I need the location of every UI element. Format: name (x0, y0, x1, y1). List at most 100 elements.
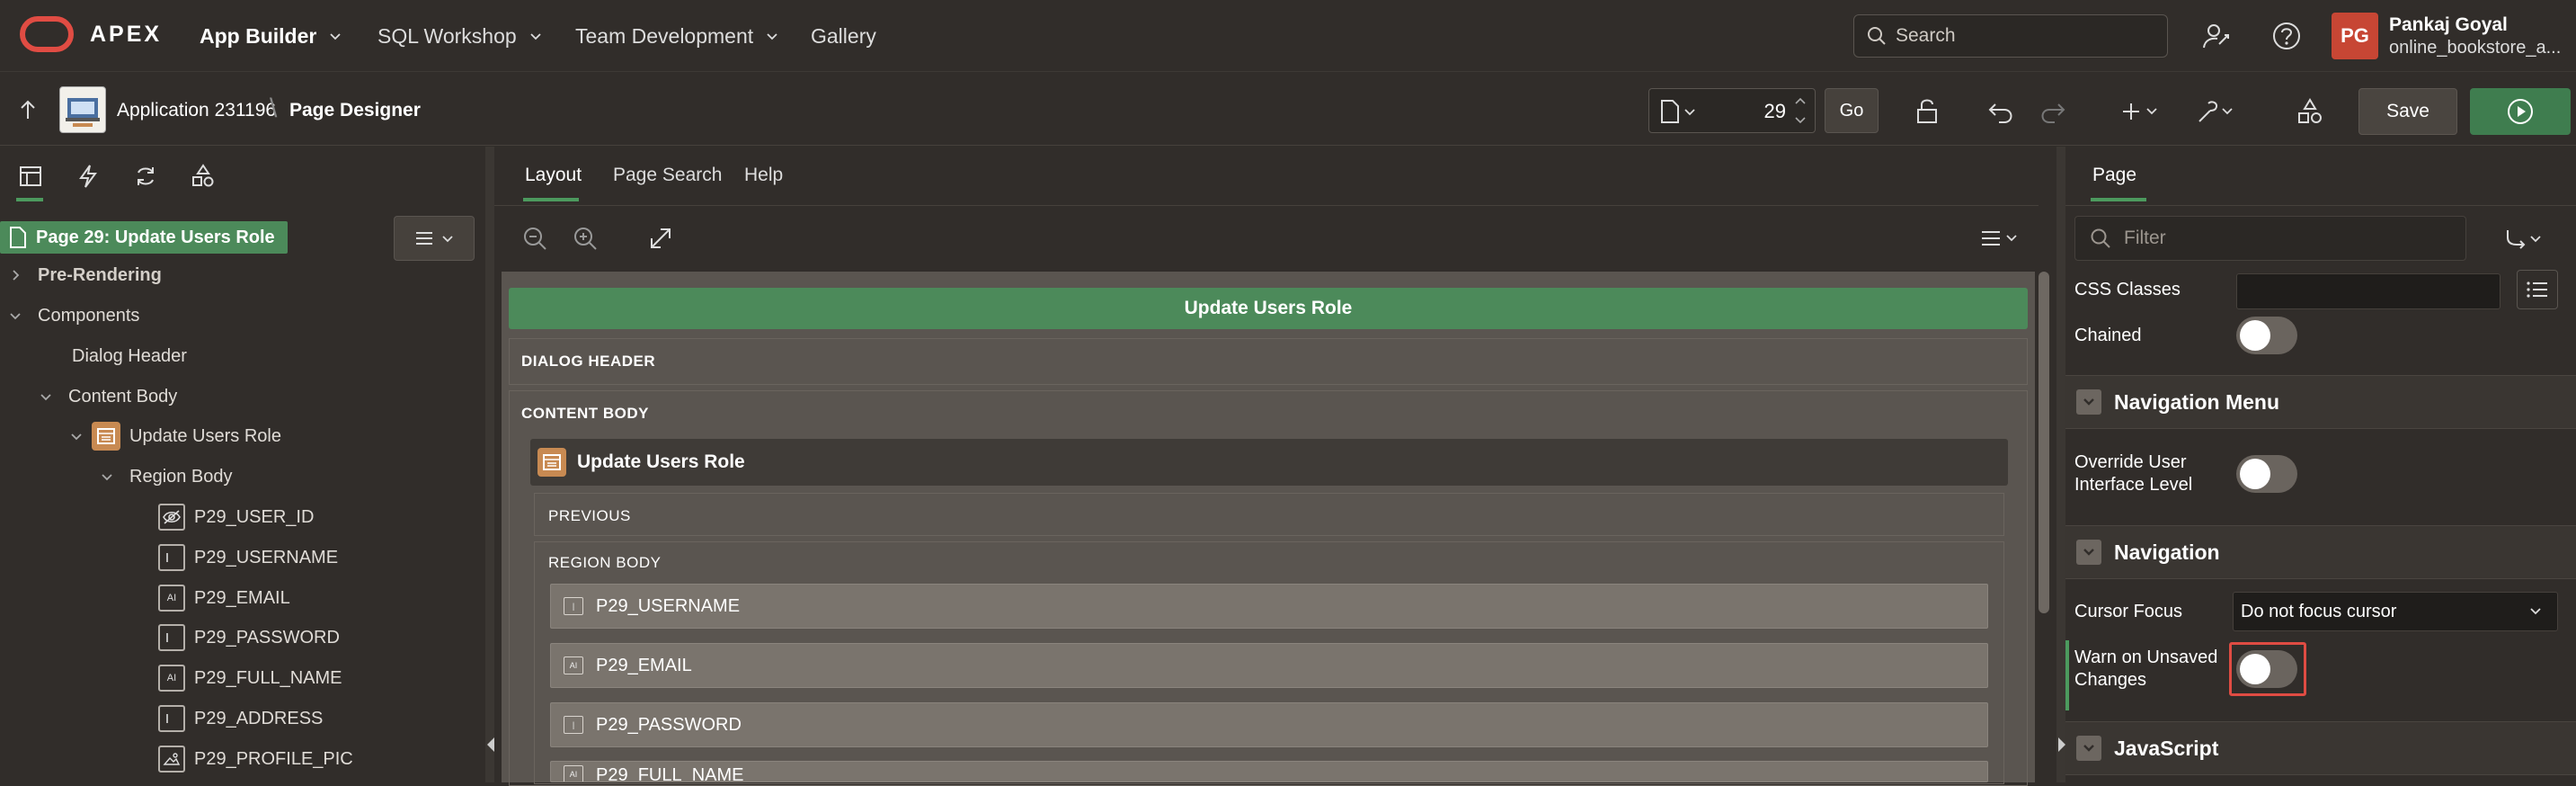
page-number-input[interactable]: 29 (1703, 100, 1786, 123)
shared-components-icon[interactable] (2290, 92, 2330, 131)
search-placeholder: Search (1896, 25, 1956, 46)
layout-item-password[interactable]: | P29_PASSWORD (550, 702, 1988, 747)
tree-node-pre-rendering[interactable]: Pre-Rendering (9, 262, 162, 289)
oracle-logo-icon[interactable] (20, 16, 74, 52)
chevron-down-icon[interactable] (40, 390, 52, 403)
tab-layout[interactable]: Layout (525, 165, 582, 186)
label-line: Changes (2074, 670, 2147, 690)
nav-gallery[interactable]: Gallery (811, 20, 876, 52)
tree-node-dialog-header[interactable]: Dialog Header (72, 343, 187, 370)
tree-node-region-body[interactable]: Region Body (101, 463, 233, 490)
chevron-down-icon[interactable] (70, 430, 83, 442)
apex-brand[interactable]: APEX (90, 22, 162, 48)
tree-node-components[interactable]: Components (9, 302, 139, 329)
item-label: P29_EMAIL (596, 655, 692, 675)
layout-item-username[interactable]: | P29_USERNAME (550, 584, 1988, 629)
expand-icon[interactable] (645, 223, 676, 254)
rendering-tab-icon[interactable] (13, 158, 49, 194)
canvas-scrollbar[interactable] (2039, 272, 2049, 613)
tree-item-password[interactable]: P29_PASSWORD (158, 624, 340, 651)
chevron-down-icon[interactable] (101, 470, 113, 483)
layout-item-email[interactable]: AI P29_EMAIL (550, 643, 1988, 688)
highlight-frame (2229, 642, 2306, 696)
group-navigation[interactable]: Navigation (2065, 525, 2576, 579)
utilities-menu-button[interactable] (2191, 92, 2245, 131)
css-classes-list-button[interactable] (2517, 270, 2558, 309)
go-button[interactable]: Go (1825, 88, 1879, 133)
go-to-group-button[interactable] (2495, 221, 2553, 257)
password-field-icon: | (564, 716, 583, 734)
user-avatar[interactable]: PG (2332, 13, 2378, 59)
tree-node-label: P29_USERNAME (194, 547, 339, 567)
textarea-icon: AI (158, 665, 185, 692)
tree-item-full-name[interactable]: AI P29_FULL_NAME (158, 665, 342, 692)
collapse-chevron-icon[interactable] (2076, 736, 2101, 761)
zoom-in-icon[interactable] (570, 223, 600, 254)
lock-page-icon[interactable] (1909, 92, 1949, 131)
property-filter-input[interactable]: Filter (2074, 216, 2466, 261)
page-selector[interactable]: 29 (1648, 88, 1816, 133)
dynamic-actions-tab-icon[interactable] (70, 158, 106, 194)
dialog-header-slot[interactable] (509, 338, 2028, 385)
help-icon[interactable] (2269, 18, 2305, 54)
tree-menu-button[interactable] (394, 216, 475, 261)
dialog-title-bar[interactable]: Update Users Role (509, 288, 2028, 329)
page-node[interactable]: Page 29: Update Users Role (0, 221, 288, 254)
tree-node-label: P29_ADDRESS (194, 708, 324, 728)
tree-item-address[interactable]: P29_ADDRESS (158, 705, 323, 732)
chained-toggle[interactable] (2236, 317, 2297, 354)
right-splitter[interactable] (2056, 147, 2065, 782)
previous-slot[interactable] (534, 493, 2004, 536)
nav-team-development[interactable]: Team Development (575, 20, 778, 52)
tab-page-search[interactable]: Page Search (613, 165, 722, 186)
chevron-down-icon[interactable] (1683, 105, 1696, 118)
processing-tab-icon[interactable] (128, 158, 164, 194)
left-splitter[interactable] (485, 147, 494, 782)
undo-icon[interactable] (1981, 92, 2021, 131)
page-number-stepper[interactable] (1791, 93, 1809, 129)
tree-node-region[interactable]: Update Users Role (70, 422, 281, 451)
textarea-icon: AI (564, 656, 583, 674)
override-ui-level-toggle[interactable] (2236, 455, 2297, 493)
global-search-input[interactable]: Search (1853, 14, 2168, 58)
tab-help[interactable]: Help (744, 165, 783, 186)
css-classes-input[interactable] (2236, 273, 2500, 309)
tree-item-username[interactable]: P29_USERNAME (158, 544, 338, 571)
region-title: Update Users Role (577, 451, 745, 472)
save-button[interactable]: Save (2358, 88, 2457, 135)
redo-icon[interactable] (2033, 92, 2073, 131)
tab-page[interactable]: Page (2092, 165, 2136, 186)
nav-app-builder[interactable]: App Builder (200, 20, 342, 52)
tree-item-profile-pic[interactable]: P29_PROFILE_PIC (158, 746, 353, 773)
shared-components-tab-icon[interactable] (185, 158, 221, 194)
run-button[interactable] (2470, 88, 2571, 135)
content-body-label: CONTENT BODY (521, 405, 649, 422)
user-name[interactable]: Pankaj Goyal (2389, 14, 2508, 36)
nav-label: SQL Workshop (378, 23, 517, 48)
group-javascript[interactable]: JavaScript (2065, 721, 2576, 775)
tree-node-label: P29_USER_ID (194, 506, 315, 527)
administration-icon[interactable] (2198, 18, 2234, 54)
collapse-right-arrow-icon[interactable] (2058, 737, 2065, 752)
tree-item-email[interactable]: AI P29_EMAIL (158, 585, 290, 612)
collapse-chevron-icon[interactable] (2076, 540, 2101, 565)
user-workspace[interactable]: online_bookstore_a... (2389, 38, 2569, 58)
tree-node-content-body[interactable]: Content Body (40, 383, 177, 410)
collapse-left-arrow-icon[interactable] (487, 737, 494, 752)
zoom-out-icon[interactable] (520, 223, 550, 254)
group-navigation-menu[interactable]: Navigation Menu (2065, 375, 2576, 429)
layout-menu-button[interactable] (1974, 223, 2028, 254)
cursor-focus-select[interactable]: Do not focus cursor (2233, 592, 2558, 631)
layout-item-full-name[interactable]: AI P29_FULL_NAME (550, 761, 1988, 782)
item-label: P29_USERNAME (596, 595, 741, 616)
nav-sql-workshop[interactable]: SQL Workshop (378, 20, 542, 52)
chevron-down-icon[interactable] (9, 309, 22, 322)
region-header[interactable]: Update Users Role (530, 439, 2008, 486)
chevron-right-icon[interactable] (9, 269, 22, 281)
tree-item-user-id[interactable]: P29_USER_ID (158, 504, 314, 531)
collapse-chevron-icon[interactable] (2076, 389, 2101, 415)
breadcrumb-application[interactable]: Application 231196 (117, 100, 276, 121)
application-icon[interactable] (59, 86, 106, 133)
arrow-up-icon[interactable] (18, 99, 38, 121)
create-menu-button[interactable] (2116, 92, 2170, 131)
